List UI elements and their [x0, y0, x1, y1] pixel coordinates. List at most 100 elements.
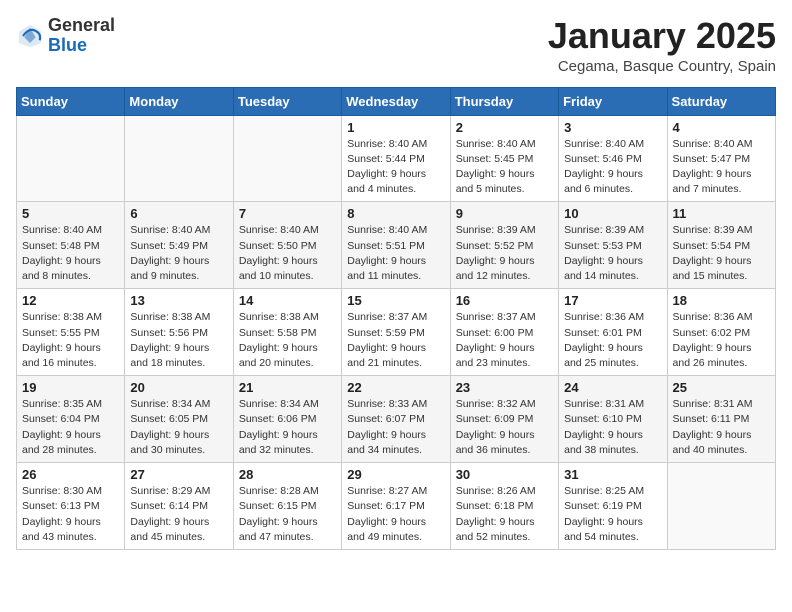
calendar-cell: 24 Sunrise: 8:31 AM Sunset: 6:10 PM Dayli… — [559, 376, 667, 463]
calendar-cell — [667, 463, 775, 550]
day-info: Sunrise: 8:29 AM Sunset: 6:14 PM Dayligh… — [130, 484, 227, 545]
day-info: Sunrise: 8:40 AM Sunset: 5:44 PM Dayligh… — [347, 137, 444, 198]
day-info: Sunrise: 8:38 AM Sunset: 5:58 PM Dayligh… — [239, 310, 336, 371]
page-header: General Blue January 2025 Cegama, Basque… — [16, 16, 776, 75]
calendar-cell: 18 Sunrise: 8:36 AM Sunset: 6:02 PM Dayli… — [667, 289, 775, 376]
calendar-cell: 13 Sunrise: 8:38 AM Sunset: 5:56 PM Dayli… — [125, 289, 233, 376]
day-info: Sunrise: 8:38 AM Sunset: 5:55 PM Dayligh… — [22, 310, 119, 371]
day-number: 26 — [22, 467, 119, 482]
day-number: 22 — [347, 380, 444, 395]
title-block: January 2025 Cegama, Basque Country, Spa… — [548, 16, 776, 75]
day-info: Sunrise: 8:36 AM Sunset: 6:02 PM Dayligh… — [673, 310, 770, 371]
day-number: 24 — [564, 380, 661, 395]
week-row-5: 26 Sunrise: 8:30 AM Sunset: 6:13 PM Dayli… — [17, 463, 776, 550]
calendar-table: SundayMondayTuesdayWednesdayThursdayFrid… — [16, 87, 776, 550]
calendar-cell: 12 Sunrise: 8:38 AM Sunset: 5:55 PM Dayli… — [17, 289, 125, 376]
calendar-cell: 19 Sunrise: 8:35 AM Sunset: 6:04 PM Dayli… — [17, 376, 125, 463]
day-info: Sunrise: 8:39 AM Sunset: 5:52 PM Dayligh… — [456, 223, 553, 284]
logo-icon — [16, 22, 44, 50]
day-info: Sunrise: 8:35 AM Sunset: 6:04 PM Dayligh… — [22, 397, 119, 458]
day-number: 21 — [239, 380, 336, 395]
day-number: 29 — [347, 467, 444, 482]
day-number: 12 — [22, 293, 119, 308]
day-number: 19 — [22, 380, 119, 395]
day-info: Sunrise: 8:33 AM Sunset: 6:07 PM Dayligh… — [347, 397, 444, 458]
day-number: 13 — [130, 293, 227, 308]
day-info: Sunrise: 8:37 AM Sunset: 5:59 PM Dayligh… — [347, 310, 444, 371]
calendar-cell: 1 Sunrise: 8:40 AM Sunset: 5:44 PM Daylig… — [342, 115, 450, 202]
day-info: Sunrise: 8:39 AM Sunset: 5:54 PM Dayligh… — [673, 223, 770, 284]
week-row-2: 5 Sunrise: 8:40 AM Sunset: 5:48 PM Daylig… — [17, 202, 776, 289]
day-info: Sunrise: 8:40 AM Sunset: 5:48 PM Dayligh… — [22, 223, 119, 284]
weekday-header-thursday: Thursday — [450, 87, 558, 115]
day-number: 14 — [239, 293, 336, 308]
calendar-cell: 28Sunrise: 8:28 AM Sunset: 6:15 PM Dayli… — [233, 463, 341, 550]
day-number: 6 — [130, 206, 227, 221]
day-info: Sunrise: 8:37 AM Sunset: 6:00 PM Dayligh… — [456, 310, 553, 371]
logo: General Blue — [16, 16, 115, 56]
calendar-cell: 6 Sunrise: 8:40 AM Sunset: 5:49 PM Daylig… — [125, 202, 233, 289]
day-number: 1 — [347, 120, 444, 135]
day-info: Sunrise: 8:40 AM Sunset: 5:49 PM Dayligh… — [130, 223, 227, 284]
day-number: 23 — [456, 380, 553, 395]
day-info: Sunrise: 8:36 AM Sunset: 6:01 PM Dayligh… — [564, 310, 661, 371]
calendar-cell: 5 Sunrise: 8:40 AM Sunset: 5:48 PM Daylig… — [17, 202, 125, 289]
calendar-cell: 2Sunrise: 8:40 AM Sunset: 5:45 PM Daylig… — [450, 115, 558, 202]
logo-general: General — [48, 15, 115, 35]
weekday-header-row: SundayMondayTuesdayWednesdayThursdayFrid… — [17, 87, 776, 115]
day-number: 20 — [130, 380, 227, 395]
day-number: 16 — [456, 293, 553, 308]
calendar-cell: 8Sunrise: 8:40 AM Sunset: 5:51 PM Daylig… — [342, 202, 450, 289]
day-info: Sunrise: 8:30 AM Sunset: 6:13 PM Dayligh… — [22, 484, 119, 545]
calendar-cell: 27 Sunrise: 8:29 AM Sunset: 6:14 PM Dayli… — [125, 463, 233, 550]
day-info: Sunrise: 8:31 AM Sunset: 6:10 PM Dayligh… — [564, 397, 661, 458]
calendar-cell: 3 Sunrise: 8:40 AM Sunset: 5:46 PM Daylig… — [559, 115, 667, 202]
week-row-1: 1 Sunrise: 8:40 AM Sunset: 5:44 PM Daylig… — [17, 115, 776, 202]
week-row-4: 19 Sunrise: 8:35 AM Sunset: 6:04 PM Dayli… — [17, 376, 776, 463]
calendar-cell: 22 Sunrise: 8:33 AM Sunset: 6:07 PM Dayli… — [342, 376, 450, 463]
day-info: Sunrise: 8:25 AM Sunset: 6:19 PM Dayligh… — [564, 484, 661, 545]
day-number: 3 — [564, 120, 661, 135]
day-info: Sunrise: 8:34 AM Sunset: 6:05 PM Dayligh… — [130, 397, 227, 458]
day-info: Sunrise: 8:40 AM Sunset: 5:46 PM Dayligh… — [564, 137, 661, 198]
calendar-cell: 15 Sunrise: 8:37 AM Sunset: 5:59 PM Dayli… — [342, 289, 450, 376]
calendar-cell — [233, 115, 341, 202]
day-info: Sunrise: 8:32 AM Sunset: 6:09 PM Dayligh… — [456, 397, 553, 458]
day-number: 5 — [22, 206, 119, 221]
day-number: 28 — [239, 467, 336, 482]
calendar-cell — [125, 115, 233, 202]
calendar-cell: 23 Sunrise: 8:32 AM Sunset: 6:09 PM Dayli… — [450, 376, 558, 463]
day-number: 8 — [347, 206, 444, 221]
calendar-cell: 21 Sunrise: 8:34 AM Sunset: 6:06 PM Dayli… — [233, 376, 341, 463]
day-number: 31 — [564, 467, 661, 482]
weekday-header-friday: Friday — [559, 87, 667, 115]
day-number: 11 — [673, 206, 770, 221]
weekday-header-monday: Monday — [125, 87, 233, 115]
calendar-cell: 16 Sunrise: 8:37 AM Sunset: 6:00 PM Dayli… — [450, 289, 558, 376]
day-number: 30 — [456, 467, 553, 482]
day-number: 9 — [456, 206, 553, 221]
calendar-cell: 31 Sunrise: 8:25 AM Sunset: 6:19 PM Dayli… — [559, 463, 667, 550]
day-number: 7 — [239, 206, 336, 221]
weekday-header-saturday: Saturday — [667, 87, 775, 115]
day-number: 2 — [456, 120, 553, 135]
logo-text: General Blue — [48, 16, 115, 56]
day-info: Sunrise: 8:27 AM Sunset: 6:17 PM Dayligh… — [347, 484, 444, 545]
day-number: 27 — [130, 467, 227, 482]
calendar-cell: 4Sunrise: 8:40 AM Sunset: 5:47 PM Daylig… — [667, 115, 775, 202]
day-number: 15 — [347, 293, 444, 308]
day-number: 10 — [564, 206, 661, 221]
weekday-header-sunday: Sunday — [17, 87, 125, 115]
day-number: 18 — [673, 293, 770, 308]
calendar-cell: 9 Sunrise: 8:39 AM Sunset: 5:52 PM Daylig… — [450, 202, 558, 289]
day-number: 25 — [673, 380, 770, 395]
day-info: Sunrise: 8:40 AM Sunset: 5:47 PM Dayligh… — [673, 137, 770, 198]
calendar-cell: 25Sunrise: 8:31 AM Sunset: 6:11 PM Dayli… — [667, 376, 775, 463]
day-info: Sunrise: 8:39 AM Sunset: 5:53 PM Dayligh… — [564, 223, 661, 284]
day-info: Sunrise: 8:40 AM Sunset: 5:50 PM Dayligh… — [239, 223, 336, 284]
day-info: Sunrise: 8:38 AM Sunset: 5:56 PM Dayligh… — [130, 310, 227, 371]
weekday-header-tuesday: Tuesday — [233, 87, 341, 115]
day-info: Sunrise: 8:34 AM Sunset: 6:06 PM Dayligh… — [239, 397, 336, 458]
calendar-cell: 7 Sunrise: 8:40 AM Sunset: 5:50 PM Daylig… — [233, 202, 341, 289]
calendar-cell: 11 Sunrise: 8:39 AM Sunset: 5:54 PM Dayli… — [667, 202, 775, 289]
